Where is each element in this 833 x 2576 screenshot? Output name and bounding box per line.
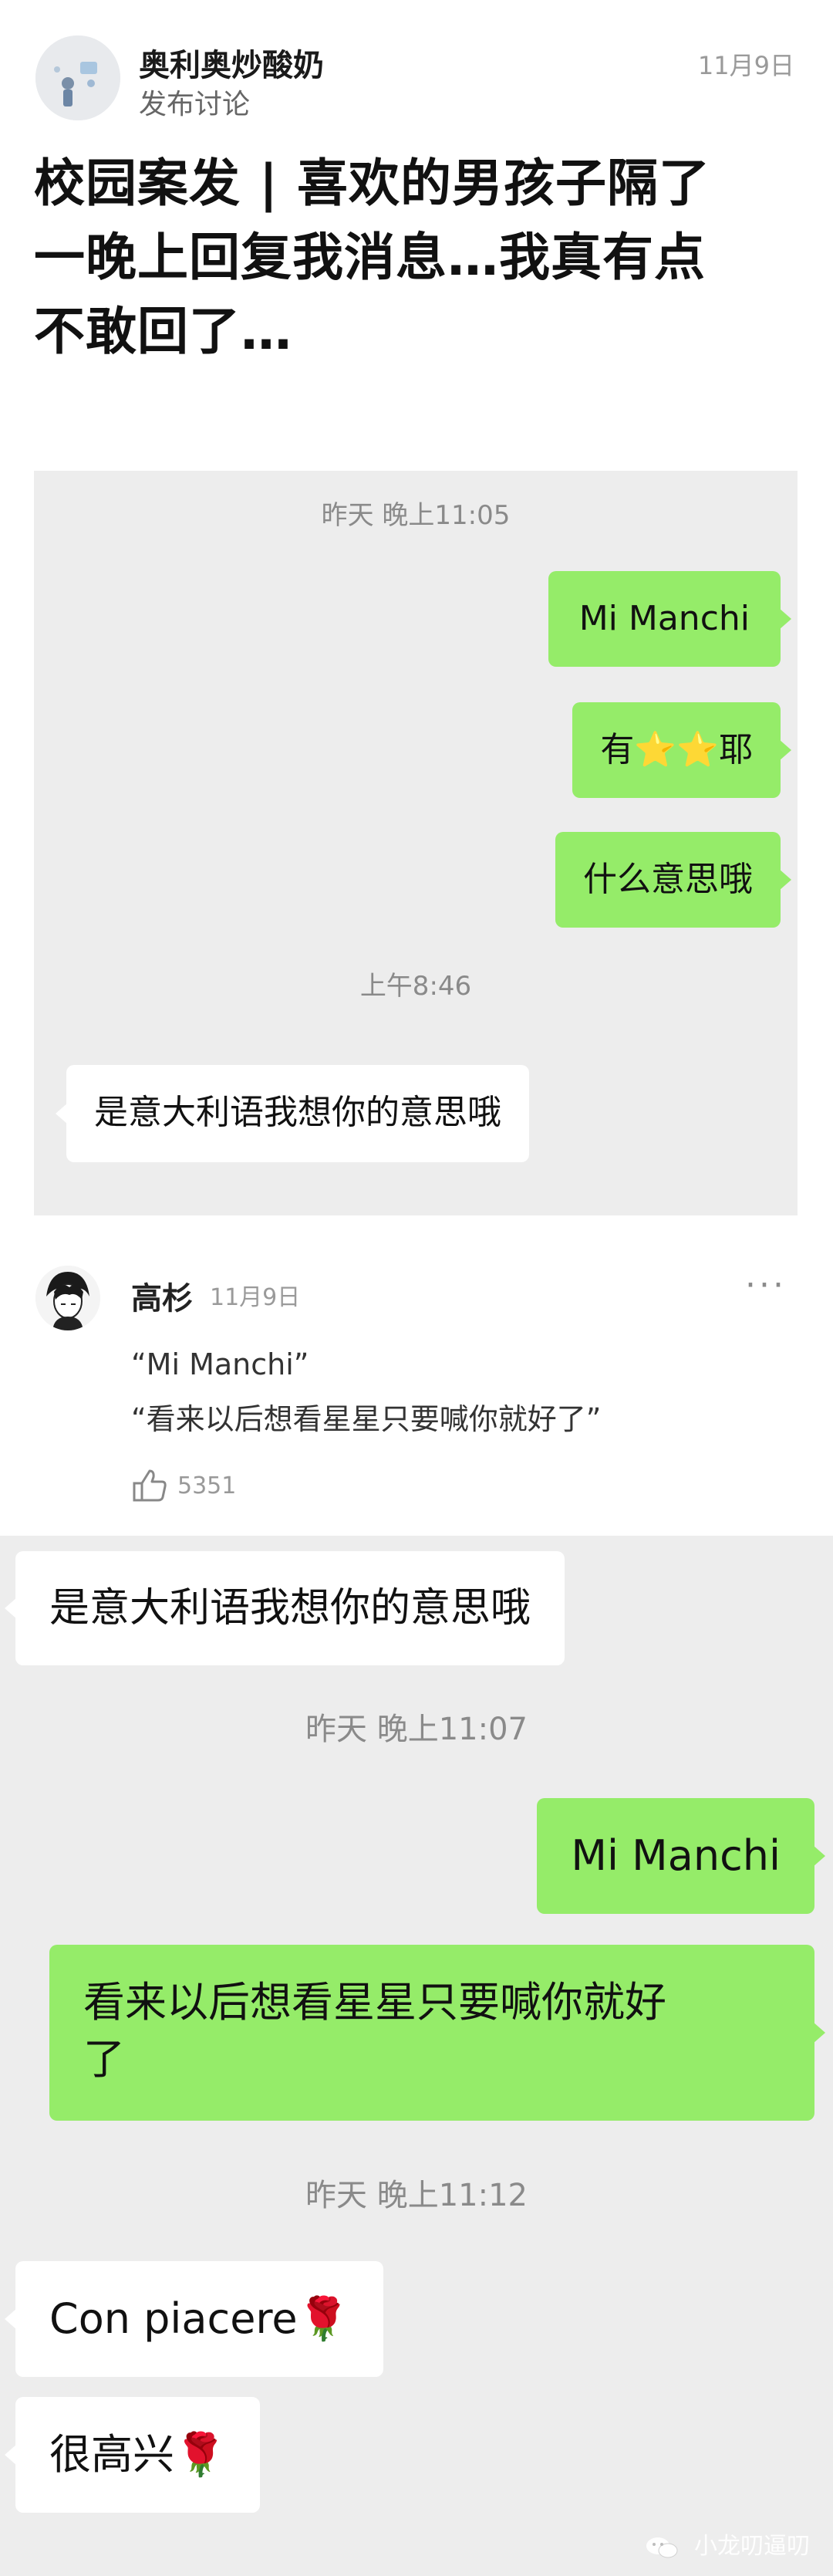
received-message: 是意大利语我想你的意思哦 bbox=[4, 1551, 565, 1665]
message-text: 看来以后想看星星只要喊你就好 bbox=[83, 1978, 666, 2027]
sent-message: Mi Manchi bbox=[537, 1798, 825, 1914]
chat-timestamp: 昨天 晚上11:07 bbox=[305, 1712, 528, 1747]
chat-timestamp: 上午8:46 bbox=[359, 971, 472, 1002]
sent-message: Mi Manchi bbox=[548, 571, 792, 667]
chat-screenshot-2: 是意大利语我想你的意思哦 昨天 晚上11:07 Mi Manchi 看来以后想看… bbox=[0, 1536, 833, 2576]
commenter-avatar-icon bbox=[35, 1266, 100, 1330]
watermark: 小龙叨逼叨 bbox=[645, 2527, 810, 2561]
chat-timestamp: 昨天 晚上11:05 bbox=[321, 500, 511, 531]
message-text: Mi Manchi bbox=[578, 599, 750, 638]
watermark-text: 小龙叨逼叨 bbox=[694, 2533, 810, 2560]
received-message: 很高兴🌹 bbox=[4, 2397, 261, 2513]
post-action-label: 发布讨论 bbox=[139, 89, 251, 120]
message-text: 有⭐⭐耶 bbox=[600, 730, 753, 769]
comment-text-line: “看来以后想看星星只要喊你就好了” bbox=[131, 1402, 602, 1436]
comment-date: 11月9日 bbox=[210, 1284, 301, 1311]
chat-screenshot-1: 昨天 晚上11:05 Mi Manchi 有⭐⭐耶 什么意思哦 上午8:46 是… bbox=[34, 471, 798, 1215]
author-avatar[interactable] bbox=[35, 35, 120, 120]
post-title-line: 校园案发 | 喜欢的男孩子隔了 bbox=[34, 154, 711, 213]
sent-message: 有⭐⭐耶 bbox=[572, 702, 791, 798]
more-options-button[interactable]: ··· bbox=[745, 1266, 787, 1305]
post-title-line: 一晚上回复我消息…我真有点 bbox=[34, 228, 706, 287]
message-text: 是意大利语我想你的意思哦 bbox=[94, 1093, 501, 1132]
message-text: Mi Manchi bbox=[571, 1831, 781, 1880]
message-text: 了 bbox=[83, 2035, 125, 2084]
sent-message: 看来以后想看星星只要喊你就好 了 bbox=[49, 1945, 825, 2121]
post-header: 奥利奥炒酸奶 发布讨论 11月9日 bbox=[31, 31, 802, 123]
like-button[interactable]: 5351 bbox=[131, 1468, 285, 1506]
message-text: Con piacere🌹 bbox=[49, 2294, 349, 2343]
commenter-name[interactable]: 高杉 bbox=[131, 1273, 193, 1318]
thumbs-up-icon bbox=[133, 1469, 167, 1502]
received-message: 是意大利语我想你的意思哦 bbox=[56, 1065, 529, 1162]
author-avatar-icon bbox=[35, 35, 120, 120]
post-date: 11月9日 bbox=[697, 51, 794, 80]
wechat-icon bbox=[646, 2537, 678, 2557]
chat-timestamp: 昨天 晚上11:12 bbox=[305, 2178, 528, 2213]
post-title: 校园案发 | 喜欢的男孩子隔了 一晚上回复我消息…我真有点 不敢回了… bbox=[34, 147, 805, 369]
received-message: Con piacere🌹 bbox=[5, 2261, 383, 2377]
comment-text-line: “Mi Manchi” bbox=[131, 1347, 309, 1381]
message-text: 什么意思哦 bbox=[583, 860, 753, 899]
commenter-avatar[interactable] bbox=[35, 1266, 100, 1330]
message-text: 是意大利语我想你的意思哦 bbox=[49, 1585, 531, 1631]
author-name[interactable]: 奥利奥炒酸奶 bbox=[139, 40, 324, 85]
sent-message: 什么意思哦 bbox=[555, 832, 791, 928]
post-title-line: 不敢回了… bbox=[34, 302, 292, 361]
comment-item: 高杉 11月9日 ··· “Mi Manchi” “看来以后想看星星只要喊你就好… bbox=[31, 1266, 802, 1502]
message-text: 很高兴🌹 bbox=[49, 2430, 227, 2479]
like-count: 5351 bbox=[177, 1472, 237, 1499]
